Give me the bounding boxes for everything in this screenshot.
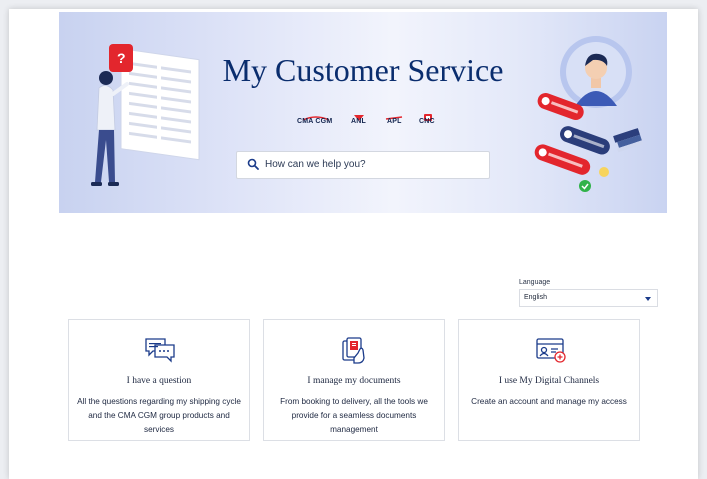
support-agent-illustration bbox=[534, 36, 644, 192]
brand-logos: CMA CGM ANL APL CNC bbox=[291, 109, 441, 133]
brand-cnc: CNC bbox=[419, 118, 435, 125]
digital-id-icon bbox=[536, 338, 566, 363]
brand-cma-cgm: CMA CGM bbox=[297, 118, 333, 125]
card-title: I have a question bbox=[126, 376, 192, 386]
card-description: From booking to delivery, all the tools … bbox=[280, 397, 428, 434]
card-description: All the questions regarding my shipping … bbox=[77, 397, 241, 434]
card-question[interactable]: I have a question All the questions rega… bbox=[68, 319, 250, 441]
hero-banner: ? My Customer Service CMA CGM ANL APL CN… bbox=[59, 12, 667, 213]
language-selected-value: English bbox=[524, 294, 547, 301]
page: ? My Customer Service CMA CGM ANL APL CN… bbox=[9, 9, 698, 479]
language-select[interactable]: English bbox=[519, 289, 658, 307]
woman-with-board-illustration: ? bbox=[91, 44, 200, 186]
card-title: I manage my documents bbox=[307, 376, 401, 386]
chat-question-icon bbox=[145, 338, 175, 363]
search-box[interactable]: How can we help you? bbox=[236, 151, 490, 179]
document-hand-icon bbox=[342, 337, 365, 364]
card-description: Create an account and manage my access bbox=[471, 397, 627, 406]
chevron-down-icon bbox=[645, 297, 651, 301]
search-input[interactable]: How can we help you? bbox=[265, 159, 366, 170]
card-title: I use My Digital Channels bbox=[498, 376, 600, 386]
search-icon bbox=[247, 158, 259, 170]
language-label: Language bbox=[519, 279, 551, 286]
brand-anl: ANL bbox=[351, 118, 366, 125]
brand-apl: APL bbox=[387, 118, 402, 125]
card-digital-channels[interactable]: I use My Digital Channels Create an acco… bbox=[458, 319, 640, 441]
card-documents[interactable]: I manage my documents From booking to de… bbox=[263, 319, 445, 441]
